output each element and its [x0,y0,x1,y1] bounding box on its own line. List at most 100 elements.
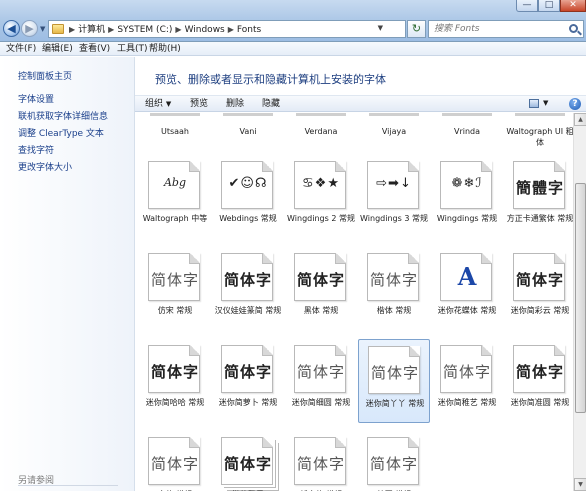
font-tile[interactable]: 简体字微软雅黑 [212,431,284,491]
close-button[interactable]: ✕ [560,0,586,12]
font-tile-edge [515,113,565,116]
font-settings-link[interactable]: 字体设置 [18,92,54,105]
page-title: 预览、删除或者显示和隐藏计算机上安装的字体 [155,73,386,86]
minimize-button[interactable]: — [516,0,538,12]
refresh-button[interactable]: ↻ [407,20,426,38]
font-tile[interactable]: ✔☺☊ Webdings 常规 [212,155,284,239]
menu-edit[interactable]: 编辑(E) [42,43,73,55]
search-icon[interactable] [569,24,578,33]
font-sample-text: 简体字 [370,364,419,382]
font-tile-label: 迷你简准圆 常规 [510,398,570,407]
breadcrumb-item[interactable]: SYSTEM (C:) [117,25,172,35]
font-tile-label: Wingdings 2 常规 [287,214,355,223]
font-tile[interactable]: 简体字新宋体 常规 [285,431,357,491]
font-tile-edge [223,113,273,116]
font-sample-text: A [457,262,477,291]
adjust-cleartype-link[interactable]: 调整 ClearType 文本 [18,126,104,139]
address-bar[interactable]: ▶ 计算机 ▶ SYSTEM (C:) ▶ Windows ▶ Fonts ▼ [48,20,406,38]
font-tile[interactable]: Abg Waltograph 中等 [139,155,211,239]
change-font-size-link[interactable]: 更改字体大小 [18,160,72,173]
font-tile[interactable]: ❁❄ℐ Wingdings 常规 [431,155,503,239]
font-tile[interactable]: 简体字 仿宋 常规 [139,247,211,331]
breadcrumb-item[interactable]: Windows [185,25,225,35]
maximize-button[interactable]: □ [538,0,560,12]
title-bar: — □ ✕ ◀ ▶ ▼ ▶ 计算机 ▶ SYSTEM (C:) ▶ Windows ▶ Fon… [0,0,586,42]
font-sample-text: ⇨➡↓ [376,176,412,191]
font-sample-text: ✔☺☊ [228,176,268,191]
change-view-icon[interactable] [529,99,539,108]
font-sample-text: 简体字 [369,271,418,289]
font-file-icon: 简体字 [221,253,273,301]
font-file-icon: 简体字 [367,253,419,301]
font-tile-label[interactable]: Verdana [285,126,357,137]
font-tile-label[interactable]: Vrinda [431,126,503,137]
menu-help[interactable]: 帮助(H) [149,43,181,55]
font-tile[interactable]: 简体字幼圆 常规 [358,431,430,491]
back-button[interactable]: ◀ [3,20,20,37]
font-tile[interactable]: 简体字 迷你简准圆 常规 [504,339,573,423]
delete-button[interactable]: 删除 [226,98,244,110]
get-font-info-online-link[interactable]: 联机获取字体详细信息 [18,109,108,122]
font-tile-label: 迷你简彩云 常规 [510,306,570,315]
scroll-down-button[interactable]: ▼ [574,478,586,491]
font-tile-label[interactable]: Vijaya [358,126,430,137]
font-tile[interactable]: 简体字 楷体 常规 [358,247,430,331]
font-tile-label[interactable]: Waltograph UI 粗体 [504,126,573,148]
font-tile-label: 方正卡通繁体 常规 [506,214,573,223]
help-icon[interactable]: ? [569,98,581,110]
font-tile[interactable]: A 迷你花蝶体 常规 [431,247,503,331]
scroll-thumb[interactable] [575,183,586,413]
menu-tools[interactable]: 工具(T) [117,43,148,55]
breadcrumb-separator-icon[interactable]: ▶ [228,25,234,34]
organize-button[interactable]: 组织 ▼ [145,98,171,110]
font-tile[interactable]: 简体字 迷你简稚艺 常规 [431,339,503,423]
font-file-icon: ♋❖★ [294,161,346,209]
font-tile[interactable]: ♋❖★ Wingdings 2 常规 [285,155,357,239]
find-character-link[interactable]: 查找字符 [18,143,54,156]
hide-button[interactable]: 隐藏 [262,98,280,110]
font-file-icon: ❁❄ℐ [440,161,492,209]
font-tile[interactable]: 简体字 汉仪娃娃篆简 常规 [212,247,284,331]
font-tile[interactable]: 简体字 迷你简哈哈 常规 [139,339,211,423]
font-file-icon: Abg [148,161,200,209]
vertical-scrollbar[interactable]: ▲ ▼ [573,113,586,491]
font-tile-label: Webdings 常规 [219,214,277,223]
font-tile[interactable]: 简体字 迷你简萝卜 常规 [212,339,284,423]
font-sample-text: 简体字 [442,363,491,381]
recent-pages-dropdown-icon[interactable]: ▼ [40,25,45,33]
task-pane: 控制面板主页 字体设置 联机获取字体详细信息 调整 ClearType 文本 查… [0,57,135,491]
menu-view[interactable]: 查看(V) [79,43,110,55]
font-file-icon: ✔☺☊ [221,161,273,209]
preview-button[interactable]: 预览 [190,98,208,110]
menu-file[interactable]: 文件(F) [6,43,36,55]
breadcrumb-item[interactable]: Fonts [237,25,261,35]
font-sample-text: 简体字 [369,455,418,473]
forward-button[interactable]: ▶ [21,20,38,37]
font-sample-text: 简体字 [150,455,199,473]
font-file-icon: 简体字 [368,346,420,394]
font-tile[interactable]: 簡體字 方正卡通繁体 常规 [504,155,573,239]
breadcrumb-separator-icon[interactable]: ▶ [69,25,75,34]
font-tile-label[interactable]: Utsaah [139,126,211,137]
font-tile-label[interactable]: Vani [212,126,284,137]
font-tile[interactable]: 简体字 迷你简细圆 常规 [285,339,357,423]
font-tile[interactable]: 简体字 黑体 常规 [285,247,357,331]
font-tile[interactable]: 简体字 迷你简丫丫 常规 [358,339,430,423]
control-panel-home-link[interactable]: 控制面板主页 [18,69,72,82]
view-options-chevron-icon[interactable]: ▼ [543,99,548,107]
search-input[interactable] [429,21,559,37]
font-tile[interactable]: ⇨➡↓ Wingdings 3 常规 [358,155,430,239]
breadcrumb-item[interactable]: 计算机 [78,25,105,35]
font-tile[interactable]: 简体字 迷你简彩云 常规 [504,247,573,331]
breadcrumb-separator-icon[interactable]: ▶ [175,25,181,34]
font-tile-edge [442,113,492,116]
search-box[interactable] [428,20,584,38]
font-tile[interactable]: 简体字宋体 常规 [139,431,211,491]
font-sample-text: 简体字 [223,363,272,381]
address-dropdown-icon[interactable]: ▼ [378,24,383,32]
font-tile-label: 迷你花蝶体 常规 [437,306,497,315]
breadcrumb-separator-icon[interactable]: ▶ [108,25,114,34]
font-file-icon: ⇨➡↓ [367,161,419,209]
font-sample-text: 简体字 [223,271,272,289]
scroll-up-button[interactable]: ▲ [574,113,586,126]
